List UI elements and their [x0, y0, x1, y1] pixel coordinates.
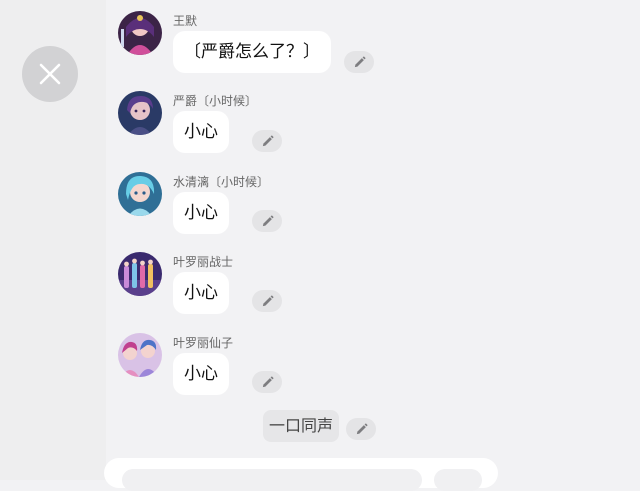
sender-name: 严爵〔小时候〕	[173, 94, 258, 108]
edit-button[interactable]	[252, 210, 282, 232]
pencil-icon	[262, 135, 273, 146]
avatar-shuiqingli[interactable]	[118, 172, 162, 216]
sender-name: 王默	[173, 14, 198, 28]
message-input[interactable]	[122, 469, 422, 491]
edit-button[interactable]	[252, 290, 282, 312]
sender-name: 水清漓〔小时候〕	[173, 175, 270, 189]
message-item: 严爵〔小时候〕 小心	[118, 91, 518, 173]
message-bubble: 小心	[173, 192, 229, 234]
edit-button[interactable]	[344, 51, 374, 73]
avatar-yeluoli-warriors[interactable]	[118, 252, 162, 296]
pencil-icon	[262, 295, 273, 306]
pencil-icon	[356, 423, 367, 434]
pencil-icon	[354, 56, 365, 67]
message-item: 水清漓〔小时候〕 小心	[118, 172, 518, 254]
edit-button[interactable]	[346, 418, 376, 440]
edit-button[interactable]	[252, 130, 282, 152]
sender-name: 叶罗丽战士	[173, 255, 234, 269]
close-icon	[39, 63, 61, 85]
close-button[interactable]	[22, 46, 78, 102]
chat-area: 王默 〔严爵怎么了？〕 严爵〔小时候〕 小心 水清漓〔小时候〕 小心 叶罗丽战士…	[106, 0, 640, 480]
pencil-icon	[262, 215, 273, 226]
message-bubble: 小心	[173, 111, 229, 153]
send-button[interactable]	[434, 469, 482, 491]
avatar-yeluoli-fairies[interactable]	[118, 333, 162, 377]
message-bubble: 小心	[173, 272, 229, 314]
sender-name: 叶罗丽仙子	[173, 336, 234, 350]
message-item: 叶罗丽战士 小心	[118, 252, 518, 334]
message-item: 叶罗丽仙子 小心	[118, 333, 518, 415]
avatar-wangmo[interactable]	[118, 11, 162, 55]
edit-button[interactable]	[252, 371, 282, 393]
message-item: 王默 〔严爵怎么了？〕	[118, 11, 518, 93]
message-bubble: 〔严爵怎么了？〕	[173, 31, 331, 73]
chorus-label: 一口同声	[263, 410, 340, 442]
avatar-yanjue[interactable]	[118, 91, 162, 135]
message-bubble: 小心	[173, 353, 229, 395]
pencil-icon	[262, 376, 273, 387]
bottom-input-bar	[104, 458, 498, 491]
